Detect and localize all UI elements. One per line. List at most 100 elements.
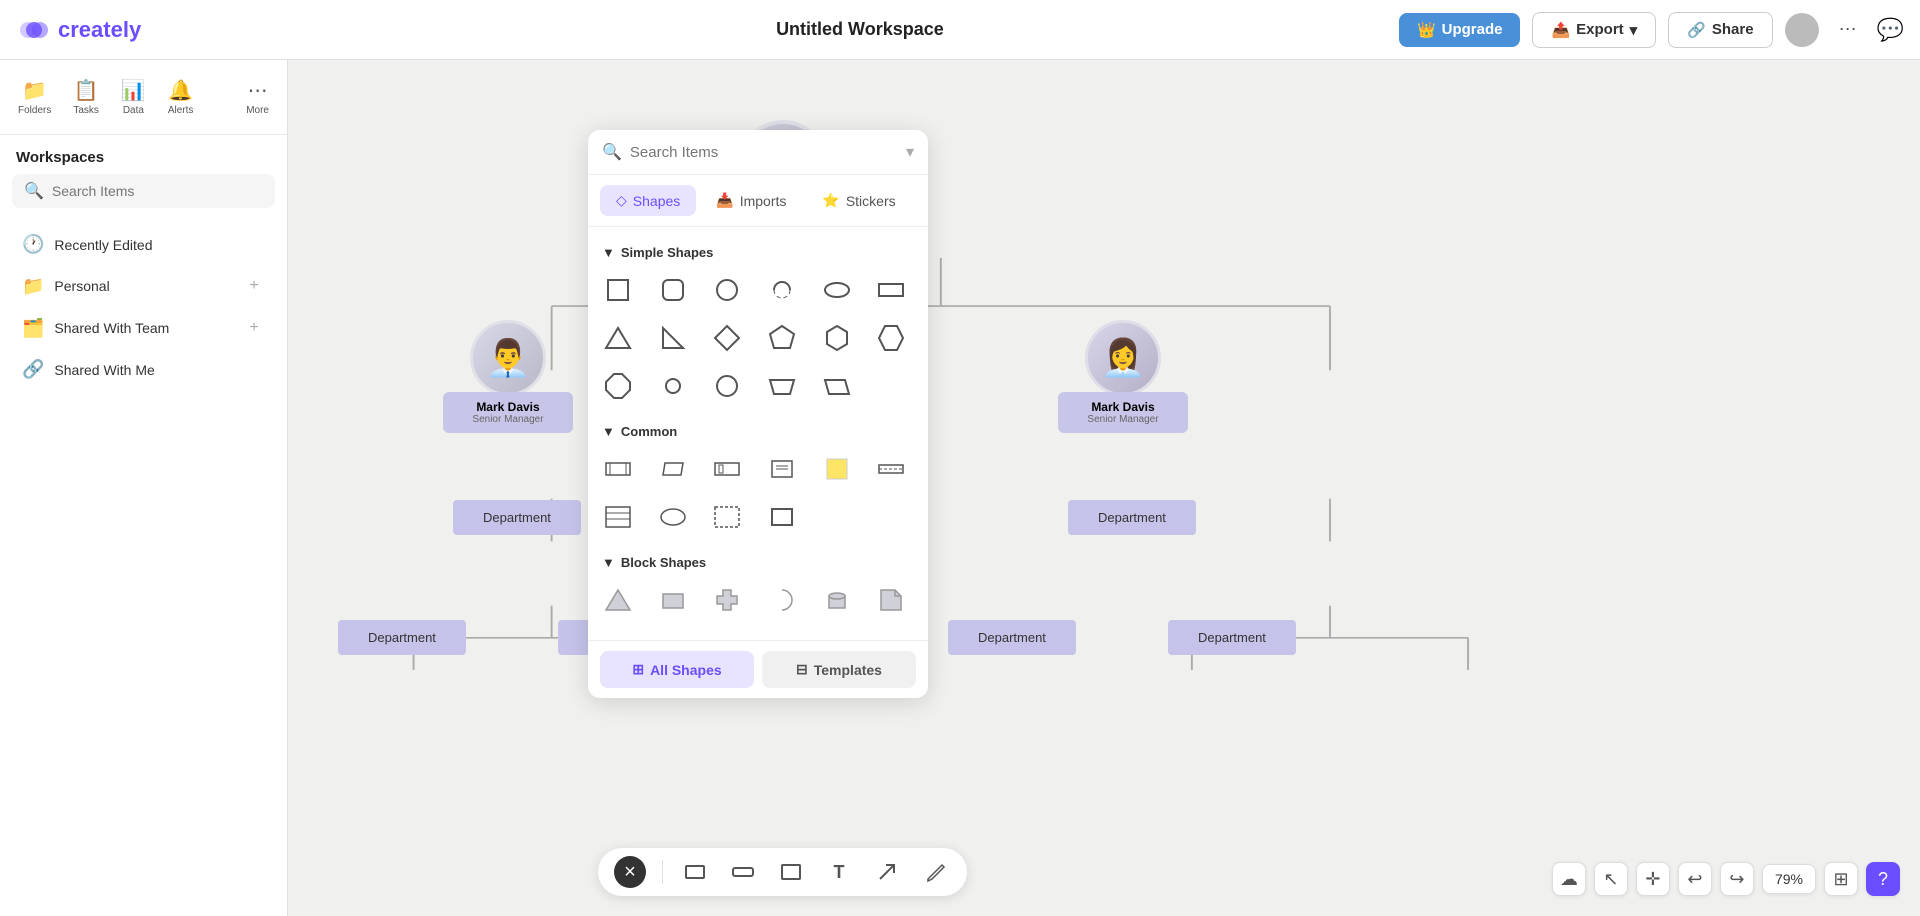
more-options-button[interactable]: ⋯ xyxy=(1831,13,1865,47)
shape-ellipse[interactable] xyxy=(815,268,859,312)
sidebar-search[interactable]: 🔍 xyxy=(12,174,275,208)
all-shapes-button[interactable]: ⊞ All Shapes xyxy=(600,651,754,688)
shape-circle2[interactable] xyxy=(705,364,749,408)
shape-oval[interactable] xyxy=(651,495,695,539)
export-button[interactable]: 📤 Export ▾ xyxy=(1532,12,1656,48)
wide-rect-tool[interactable] xyxy=(727,856,759,888)
help-button[interactable]: ? xyxy=(1866,862,1900,896)
tab-shapes[interactable]: ◇ Shapes xyxy=(600,185,696,216)
undo-button[interactable]: ↩ xyxy=(1678,862,1712,896)
shape-diamond[interactable] xyxy=(705,316,749,360)
shape-circle[interactable] xyxy=(705,268,749,312)
sidebar-tool-tasks[interactable]: 📋 Tasks xyxy=(63,72,109,122)
shape-search-input[interactable] xyxy=(630,144,898,161)
shape-square[interactable] xyxy=(596,268,640,312)
search-icon: 🔍 xyxy=(24,181,44,201)
sidebar-tool-folders[interactable]: 📁 Folders xyxy=(8,72,61,122)
tasks-icon: 📋 xyxy=(74,78,99,103)
sidebar: 📁 Folders 📋 Tasks 📊 Data 🔔 Alerts ⋯ More… xyxy=(0,60,288,916)
folder-icon: 📁 xyxy=(22,78,47,103)
common-header[interactable]: ▼ Common xyxy=(596,416,920,443)
add-team-button[interactable]: + xyxy=(243,317,265,339)
alerts-icon: 🔔 xyxy=(168,78,193,103)
sidebar-tool-data[interactable]: 📊 Data xyxy=(111,72,156,122)
close-button[interactable]: × xyxy=(614,856,646,888)
canvas-area[interactable]: 👨‍💼 Mark Davis Senior Manager 👨‍💼 Mark D… xyxy=(288,60,1920,916)
shape-frame[interactable] xyxy=(760,495,804,539)
shape-container[interactable] xyxy=(705,495,749,539)
search-icon: 🔍 xyxy=(602,142,622,162)
shape-parallelogram[interactable] xyxy=(815,364,859,408)
shape-arc[interactable] xyxy=(760,268,804,312)
shape-octagon[interactable] xyxy=(596,364,640,408)
comments-icon[interactable]: 💬 xyxy=(1877,17,1904,43)
sidebar-item-personal[interactable]: 📁 Personal + xyxy=(6,265,281,307)
shape-hexagon[interactable] xyxy=(815,316,859,360)
pen-tool[interactable] xyxy=(919,856,951,888)
zoom-level[interactable]: 79% xyxy=(1762,864,1816,894)
move-icon[interactable]: ✛ xyxy=(1636,862,1670,896)
shape-page[interactable] xyxy=(869,578,913,622)
shape-trapezoid[interactable] xyxy=(760,364,804,408)
grid-button[interactable]: ⊞ xyxy=(1824,862,1858,896)
cloud-save-icon[interactable]: ☁ xyxy=(1552,862,1586,896)
cursor-icon[interactable]: ↖ xyxy=(1594,862,1628,896)
l4-dept-4-label: Department xyxy=(1168,620,1296,655)
redo-button[interactable]: ↪ xyxy=(1720,862,1754,896)
shape-rounded-rect[interactable] xyxy=(651,268,695,312)
share-button[interactable]: 🔗 Share xyxy=(1668,12,1772,48)
add-personal-button[interactable]: + xyxy=(243,275,265,297)
frame-tool[interactable] xyxy=(775,856,807,888)
simple-shapes-grid xyxy=(596,264,920,416)
shape-list[interactable] xyxy=(596,495,640,539)
shape-note[interactable] xyxy=(760,447,804,491)
sidebar-item-shared-with-me[interactable]: 🔗 Shared With Me xyxy=(6,349,281,390)
nav-personal-label: Personal xyxy=(54,278,233,294)
arrow-tool[interactable] xyxy=(871,856,903,888)
shape-cylinder[interactable] xyxy=(815,578,859,622)
workspaces-label: Workspaces xyxy=(0,135,287,174)
sidebar-item-recently-edited[interactable]: 🕐 Recently Edited xyxy=(6,224,281,265)
workspace-title[interactable]: Untitled Workspace xyxy=(768,15,1387,44)
main-area: 📁 Folders 📋 Tasks 📊 Data 🔔 Alerts ⋯ More… xyxy=(0,60,1920,916)
l3-right-dept: Department xyxy=(1068,500,1196,535)
block-shapes-label: Block Shapes xyxy=(621,555,706,570)
shape-triangle[interactable] xyxy=(596,316,640,360)
shape-wide-rect[interactable] xyxy=(869,268,913,312)
text-tool[interactable]: T xyxy=(823,856,855,888)
simple-shapes-header[interactable]: ▼ Simple Shapes xyxy=(596,237,920,264)
sidebar-tool-alerts[interactable]: 🔔 Alerts xyxy=(158,72,204,122)
topbar: creately Untitled Workspace 👑 Upgrade 📤 … xyxy=(0,0,1920,60)
nav-recently-edited-label: Recently Edited xyxy=(54,237,265,253)
templates-button[interactable]: ⊟ Templates xyxy=(762,651,916,688)
shape-divider[interactable] xyxy=(869,447,913,491)
shape-pentagon[interactable] xyxy=(760,316,804,360)
more-icon: ⋯ xyxy=(248,78,268,103)
tab-imports[interactable]: 📥 Imports xyxy=(700,185,802,216)
simple-shapes-label: Simple Shapes xyxy=(621,245,713,260)
upgrade-button[interactable]: 👑 Upgrade xyxy=(1399,13,1521,47)
sidebar-tool-data-label: Data xyxy=(123,105,144,116)
tab-stickers[interactable]: ⭐ Stickers xyxy=(806,185,911,216)
shape-block-triangle[interactable] xyxy=(596,578,640,622)
shape-hexagon2[interactable] xyxy=(869,316,913,360)
sidebar-search-input[interactable] xyxy=(52,183,263,199)
sidebar-tool-more[interactable]: ⋯ More xyxy=(236,72,279,122)
shape-block-cross[interactable] xyxy=(705,578,749,622)
l2-right-role: Senior Manager xyxy=(1074,414,1172,425)
shape-data[interactable] xyxy=(651,447,695,491)
avatar xyxy=(1785,13,1819,47)
shape-process[interactable] xyxy=(596,447,640,491)
sidebar-item-shared-with-team[interactable]: 🗂️ Shared With Team + xyxy=(6,307,281,349)
sidebar-tool-more-label: More xyxy=(246,105,269,116)
block-shapes-header[interactable]: ▼ Block Shapes xyxy=(596,547,920,574)
shape-sticky[interactable] xyxy=(815,447,859,491)
shape-connector[interactable] xyxy=(705,447,749,491)
shape-block-crescent[interactable] xyxy=(760,578,804,622)
shape-right-triangle[interactable] xyxy=(651,316,695,360)
shape-small-circle[interactable] xyxy=(651,364,695,408)
l3-left-label: Department xyxy=(453,500,581,535)
sidebar-tool-tasks-label: Tasks xyxy=(73,105,99,116)
shape-block-rect[interactable] xyxy=(651,578,695,622)
rectangle-tool[interactable] xyxy=(679,856,711,888)
